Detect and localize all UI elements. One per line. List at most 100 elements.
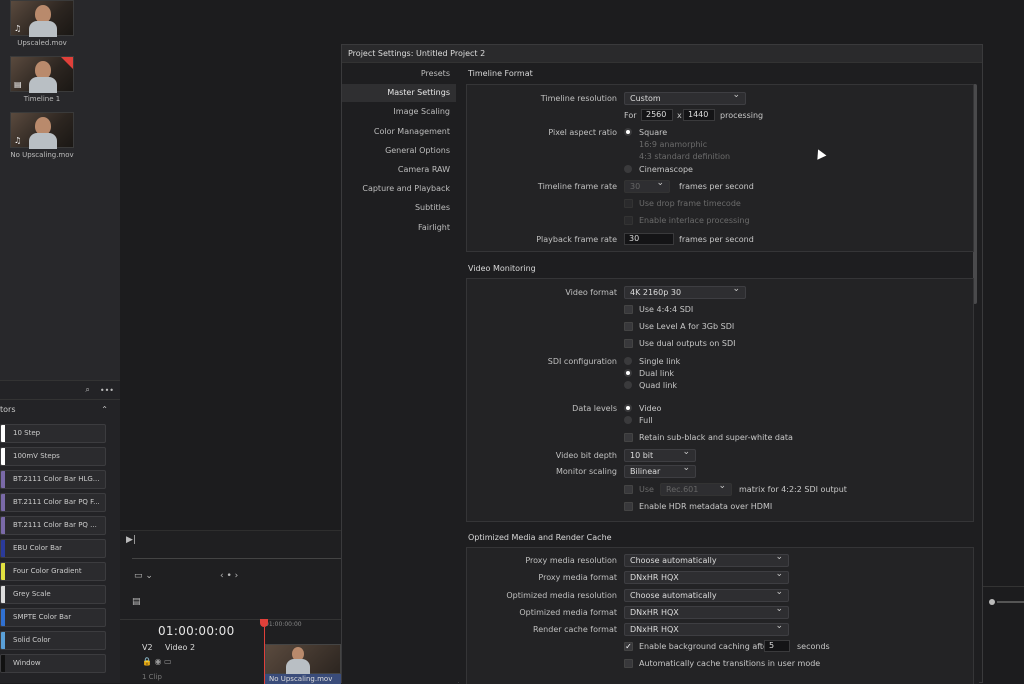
generator-item[interactable]: Four Color Gradient	[0, 562, 106, 581]
generator-item[interactable]: SMPTE Color Bar	[0, 608, 106, 627]
timeline-clip[interactable]	[265, 644, 341, 675]
matrix-dropdown[interactable]: Rec.601	[660, 483, 732, 496]
project-settings-dialog: Project Settings: Untitled Project 2 Pre…	[341, 44, 983, 684]
opt-row-dropdown[interactable]: DNxHR HQX	[624, 623, 789, 637]
playhead-icon[interactable]	[260, 619, 268, 627]
generator-swatch	[1, 540, 5, 557]
opt-row-dropdown[interactable]: Choose automatically	[624, 588, 789, 602]
playback-unit: frames per second	[679, 235, 754, 244]
x-separator: x	[677, 111, 682, 120]
timeline-view-icon[interactable]: ▤	[132, 597, 141, 607]
interlace-checkbox[interactable]	[624, 216, 633, 225]
retain-label: Retain sub-black and super-white data	[639, 433, 793, 442]
zoom-slider[interactable]	[997, 601, 1024, 603]
par-option-cinemascope: Cinemascope	[639, 165, 693, 174]
media-clip-timeline[interactable]: ▤ Timeline 1	[10, 56, 74, 103]
collapse-icon[interactable]: ⌃	[101, 405, 108, 414]
generator-item[interactable]: BT.2111 Color Bar HLG...	[0, 470, 106, 489]
search-icon[interactable]: ⌕	[85, 385, 89, 395]
radio-quad-link[interactable]	[624, 381, 632, 389]
generator-label: BT.2111 Color Bar HLG...	[13, 475, 100, 483]
nav-item-capture-and-playback[interactable]: Capture and Playback	[342, 180, 450, 198]
generator-label: Grey Scale	[13, 590, 51, 598]
nav-item-camera-raw[interactable]: Camera RAW	[342, 161, 450, 179]
height-input[interactable]: 1440	[683, 109, 715, 121]
zoom-slider-knob[interactable]	[989, 599, 995, 605]
radio-video-levels[interactable]	[624, 404, 632, 412]
media-clip-no-upscaling[interactable]: ♫ No Upscaling.mov	[10, 112, 74, 159]
dialog-title: Project Settings: Untitled Project 2	[342, 45, 982, 63]
bg-cache-checkbox[interactable]: ✓	[624, 642, 633, 651]
use444-label: Use 4:4:4 SDI	[639, 305, 694, 314]
generator-label: EBU Color Bar	[13, 544, 63, 552]
use444-checkbox[interactable]	[624, 305, 633, 314]
nav-item-subtitles[interactable]: Subtitles	[342, 199, 450, 217]
retain-checkbox[interactable]	[624, 433, 633, 442]
generators-header[interactable]: tors ⌃	[0, 399, 120, 419]
opt-row-label: Proxy media resolution	[525, 556, 617, 565]
hdr-checkbox[interactable]	[624, 502, 633, 511]
bg-cache-seconds-input[interactable]: 5	[764, 640, 790, 652]
use-matrix-checkbox[interactable]	[624, 485, 633, 494]
generator-item[interactable]: BT.2111 Color Bar PQ F...	[0, 493, 106, 512]
par-option-square: Square	[639, 128, 668, 137]
nav-item-general-options[interactable]: General Options	[342, 142, 450, 160]
generator-item[interactable]: Solid Color	[0, 631, 106, 650]
section-title-video-monitoring: Video Monitoring	[468, 264, 536, 273]
timeline-resolution-dropdown[interactable]: Custom	[624, 92, 746, 105]
generator-item[interactable]: 100mV Steps	[0, 447, 106, 466]
generators-title: tors	[0, 405, 16, 414]
bit-depth-dropdown[interactable]: 10 bit	[624, 449, 696, 462]
generator-label: Window	[13, 659, 41, 667]
label-playback-frame-rate: Playback frame rate	[536, 235, 617, 244]
generator-item[interactable]: EBU Color Bar	[0, 539, 106, 558]
clip-name: Upscaled.mov	[17, 39, 67, 47]
frame-rate-dropdown[interactable]: 30	[624, 180, 670, 193]
radio-dual-link[interactable]	[624, 369, 632, 377]
audio-icon: ♫	[14, 24, 22, 33]
generator-swatch	[1, 632, 5, 649]
monitor-scaling-dropdown[interactable]: Bilinear	[624, 465, 696, 478]
radio-cinemascope[interactable]	[624, 165, 632, 173]
generator-swatch	[1, 586, 5, 603]
radio-single-link[interactable]	[624, 357, 632, 365]
track-name[interactable]: Video 2	[165, 643, 195, 652]
play-icon[interactable]: ▶|	[126, 535, 136, 545]
drop-frame-checkbox[interactable]	[624, 199, 633, 208]
radio-square[interactable]	[624, 128, 632, 136]
opt-row-dropdown[interactable]: DNxHR HQX	[624, 571, 789, 585]
opt-row-dropdown[interactable]: DNxHR HQX	[624, 605, 789, 619]
level-a-checkbox[interactable]	[624, 322, 633, 331]
media-clip-upscaled[interactable]: ♫ Upscaled.mov	[10, 0, 74, 47]
video-format-dropdown[interactable]: 4K 2160p 30	[624, 286, 746, 299]
levels-video: Video	[639, 404, 662, 413]
nav-item-image-scaling[interactable]: Image Scaling	[342, 103, 450, 121]
more-options-icon[interactable]: •••	[100, 386, 114, 395]
playback-frame-rate-input[interactable]: 30	[624, 233, 674, 245]
nav-item-master-settings[interactable]: Master Settings	[342, 84, 456, 103]
generator-item[interactable]: Grey Scale	[0, 585, 106, 604]
auto-cache-checkbox[interactable]	[624, 659, 633, 668]
view-options-icon[interactable]: ▭ ⌄	[134, 571, 153, 581]
generator-item[interactable]: BT.2111 Color Bar PQ ...	[0, 516, 106, 535]
track-controls[interactable]: 🔒 ◉ ▭	[142, 657, 172, 666]
for-label: For	[624, 111, 637, 120]
opt-row-label: Optimized media format	[519, 607, 617, 617]
generator-label: BT.2111 Color Bar PQ ...	[13, 521, 97, 529]
clip-thumbnail: ♫	[10, 112, 74, 149]
dual-outputs-checkbox[interactable]	[624, 339, 633, 348]
generator-item[interactable]: 10 Step	[0, 424, 106, 443]
optimized-media-box: Proxy media resolution Choose automatical…	[466, 547, 974, 684]
nav-item-fairlight[interactable]: Fairlight	[342, 219, 450, 237]
radio-full-levels[interactable]	[624, 416, 632, 424]
generator-item[interactable]: Window	[0, 654, 106, 673]
timecode-display: 01:00:00:00	[158, 624, 235, 638]
zoom-navigator-icon[interactable]: ‹ • ›	[220, 571, 238, 581]
opt-row-dropdown[interactable]: Choose automatically	[624, 554, 789, 567]
nav-item-presets[interactable]: Presets	[342, 65, 450, 83]
mini-scrubber[interactable]	[132, 558, 341, 559]
width-input[interactable]: 2560	[641, 109, 673, 121]
generator-label: Solid Color	[13, 636, 51, 644]
nav-item-color-management[interactable]: Color Management	[342, 123, 450, 141]
audio-icon: ♫	[14, 136, 22, 145]
